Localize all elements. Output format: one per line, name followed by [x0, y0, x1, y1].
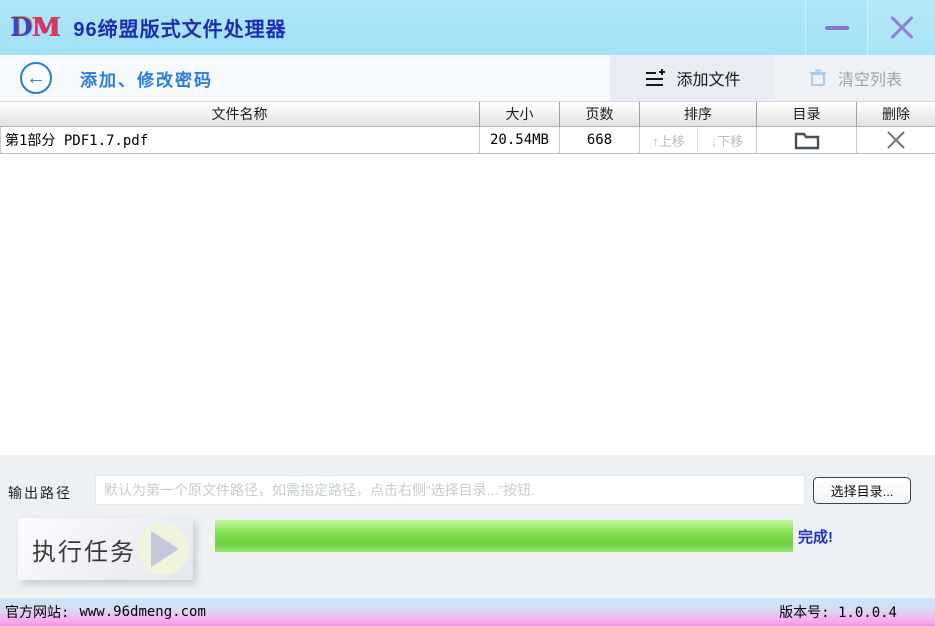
mode-title: 添加、修改密码: [80, 66, 213, 91]
version-label: 版本号:: [779, 605, 829, 621]
header-size: 大小: [480, 102, 560, 126]
table-header: 文件名称 大小 页数 排序 目录 删除: [0, 101, 935, 127]
header-pages: 页数: [560, 102, 640, 126]
cell-sort: ↑上移 ↓下移: [640, 127, 757, 153]
cell-file-name: 第1部分 PDF1.7.pdf: [0, 127, 480, 153]
open-directory-button[interactable]: [757, 127, 857, 153]
cell-pages: 668: [560, 127, 640, 153]
clear-list-button[interactable]: 清空列表: [775, 55, 935, 101]
header-delete: 删除: [857, 102, 935, 126]
progress-bar: [215, 520, 793, 552]
trash-icon: [808, 68, 828, 88]
header-sort: 排序: [640, 102, 757, 126]
table-row: 第1部分 PDF1.7.pdf 20.54MB 668 ↑上移 ↓下移: [0, 127, 935, 154]
dm-logo-icon: DM: [10, 13, 59, 43]
version-value: 1.0.0.4: [838, 605, 897, 621]
progress-bar-fill: [215, 520, 793, 552]
delete-x-icon: [885, 129, 907, 151]
minimize-button[interactable]: [805, 0, 867, 55]
status-bar: 官方网站: www.96dmeng.com 版本号: 1.0.0.4: [0, 598, 935, 626]
file-list-empty-area: [0, 154, 935, 455]
status-done-label: 完成!: [798, 526, 833, 547]
website-url: www.96dmeng.com: [79, 604, 205, 620]
output-path-input[interactable]: [95, 475, 805, 505]
back-arrow-icon: ←: [26, 67, 46, 90]
title-bar: DM 96缔盟版式文件处理器: [0, 0, 935, 55]
toolbar: ← 添加、修改密码 添加文件 清空列表: [0, 55, 935, 101]
execute-task-button[interactable]: 执行任务: [18, 518, 193, 580]
choose-directory-button[interactable]: 选择目录...: [813, 477, 911, 504]
close-icon: [888, 14, 916, 42]
execute-task-label: 执行任务: [32, 532, 136, 567]
play-icon: [129, 518, 191, 580]
header-directory: 目录: [757, 102, 857, 126]
output-path-label: 输出路径: [8, 483, 72, 503]
header-file-name: 文件名称: [0, 102, 480, 126]
cell-size: 20.54MB: [480, 127, 560, 153]
back-button[interactable]: ←: [20, 62, 52, 94]
add-file-label: 添加文件: [676, 66, 740, 90]
close-button[interactable]: [867, 0, 935, 55]
version-info: 版本号: 1.0.0.4: [779, 602, 897, 622]
move-up-button[interactable]: ↑上移: [640, 127, 698, 153]
move-down-button[interactable]: ↓下移: [698, 127, 756, 153]
add-file-button[interactable]: 添加文件: [610, 55, 775, 101]
bottom-panel: 输出路径 选择目录... 执行任务 完成!: [0, 455, 935, 598]
folder-icon: [794, 130, 820, 150]
website-label: 官方网站:: [5, 602, 69, 622]
minimize-icon: [825, 26, 849, 30]
app-title: 96缔盟版式文件处理器: [73, 13, 286, 42]
add-file-icon: [644, 68, 666, 88]
clear-list-label: 清空列表: [838, 66, 902, 90]
delete-row-button[interactable]: [857, 127, 935, 153]
